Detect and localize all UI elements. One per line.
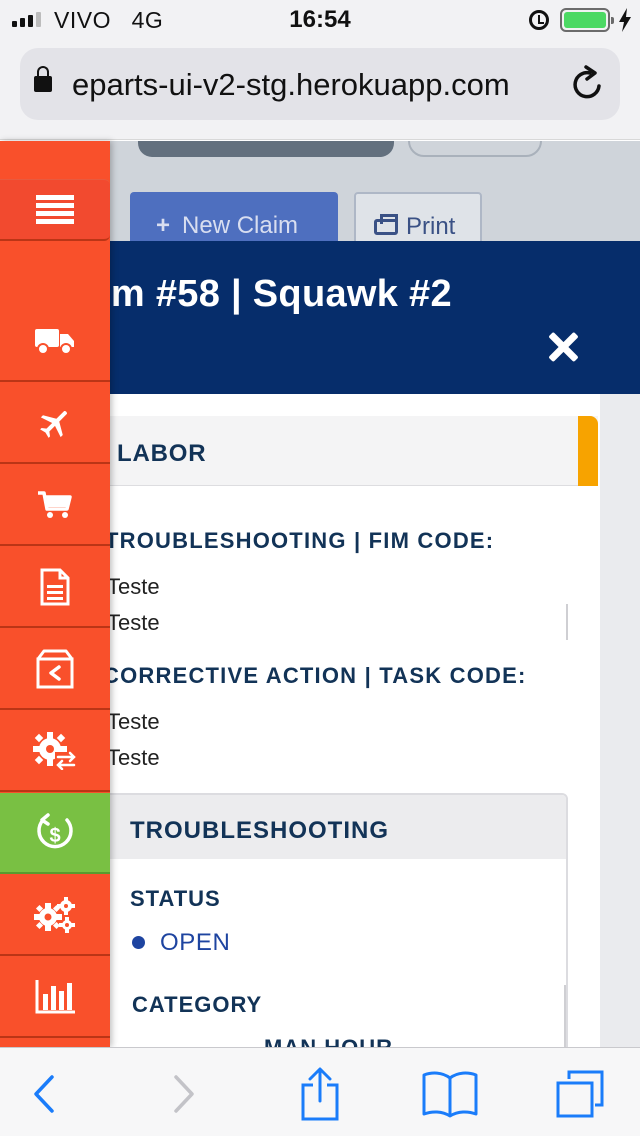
- sidebar-item-settings[interactable]: [0, 875, 110, 956]
- new-claim-label: New Claim: [182, 212, 299, 239]
- hamburger-icon: [36, 194, 74, 224]
- sidebar-item-aircraft[interactable]: [0, 383, 110, 464]
- browser-toolbar: [0, 1047, 640, 1136]
- svg-text:$: $: [49, 825, 60, 847]
- secondary-filter-pill: [408, 141, 542, 157]
- status-dot-icon: [132, 936, 145, 949]
- labor-title: LABOR: [117, 440, 207, 467]
- troubleshooting-card-title: TROUBLESHOOTING: [130, 817, 389, 844]
- text-divider: [566, 604, 568, 640]
- forward-button[interactable]: [154, 1066, 214, 1122]
- scroll-divider: [564, 985, 566, 1047]
- sidebar-item-claims[interactable]: $: [0, 793, 110, 874]
- troubleshooting-card-header[interactable]: TROUBLESHOOTING: [98, 795, 566, 859]
- cart-icon: [38, 490, 72, 518]
- printer-icon: [374, 214, 398, 235]
- troubleshooting-card: TROUBLESHOOTING STATUS OPEN CATEGORY MAN…: [96, 793, 568, 1047]
- troubleshooting-heading: TROUBLESHOOTING | FIM CODE:: [105, 528, 495, 553]
- reload-icon[interactable]: [568, 64, 608, 104]
- alarm-icon: [529, 10, 549, 30]
- return-box-icon: [36, 649, 74, 688]
- category-label: CATEGORY: [132, 992, 263, 1017]
- sidebar-item-documents[interactable]: [0, 547, 110, 628]
- back-button[interactable]: [14, 1066, 74, 1122]
- sidebar-item-logistics[interactable]: [0, 301, 110, 382]
- ios-status-bar: VIVO 4G 16:54: [0, 0, 640, 40]
- browser-address-area: eparts-ui-v2-stg.herokuapp.com: [0, 40, 640, 140]
- money-refresh-icon: $: [37, 812, 73, 848]
- tabs-icon: [556, 1070, 604, 1118]
- bar-chart-icon: [35, 979, 75, 1013]
- print-label: Print: [406, 213, 456, 240]
- troubleshooting-value: Teste: [107, 610, 160, 635]
- aircraft-filter-pill: [138, 141, 394, 157]
- truck-icon: [35, 328, 74, 355]
- chevron-right-icon: [174, 1075, 194, 1113]
- corrective-action-value: Teste: [107, 745, 160, 770]
- corrective-action-heading: CORRECTIVE ACTION | TASK CODE:: [103, 663, 527, 688]
- gears-icon: [34, 896, 75, 933]
- sidebar-item-reports[interactable]: [0, 957, 110, 1038]
- close-icon[interactable]: [543, 327, 583, 367]
- lock-icon: [34, 66, 52, 92]
- sidebar-item-exchange[interactable]: [0, 711, 110, 792]
- share-icon: [301, 1067, 339, 1121]
- status-label: STATUS: [130, 886, 221, 911]
- menu-toggle-button[interactable]: [0, 179, 110, 241]
- bookmarks-button[interactable]: [420, 1066, 480, 1122]
- plus-icon: +: [156, 212, 171, 239]
- side-navigation: $: [0, 141, 110, 1047]
- charging-bolt-icon: [619, 8, 631, 32]
- troubleshooting-value: Teste: [107, 574, 160, 599]
- book-icon: [422, 1071, 478, 1118]
- airplane-icon: [40, 410, 68, 438]
- section-accent: [578, 416, 598, 486]
- sidebar-item-cart[interactable]: [0, 465, 110, 546]
- gear-exchange-icon: [33, 731, 77, 770]
- sidebar-item-returns[interactable]: [0, 629, 110, 710]
- man-hour-label: MAN HOUR: [264, 1035, 393, 1047]
- corrective-action-value: Teste: [107, 709, 160, 734]
- status-value: OPEN: [160, 929, 231, 956]
- chevron-left-icon: [34, 1075, 54, 1113]
- document-icon: [40, 568, 70, 605]
- address-bar[interactable]: eparts-ui-v2-stg.herokuapp.com: [20, 48, 620, 120]
- share-button[interactable]: [290, 1066, 350, 1122]
- battery-icon: [560, 8, 614, 32]
- tabs-button[interactable]: [550, 1066, 610, 1122]
- url-text[interactable]: eparts-ui-v2-stg.herokuapp.com: [72, 67, 566, 103]
